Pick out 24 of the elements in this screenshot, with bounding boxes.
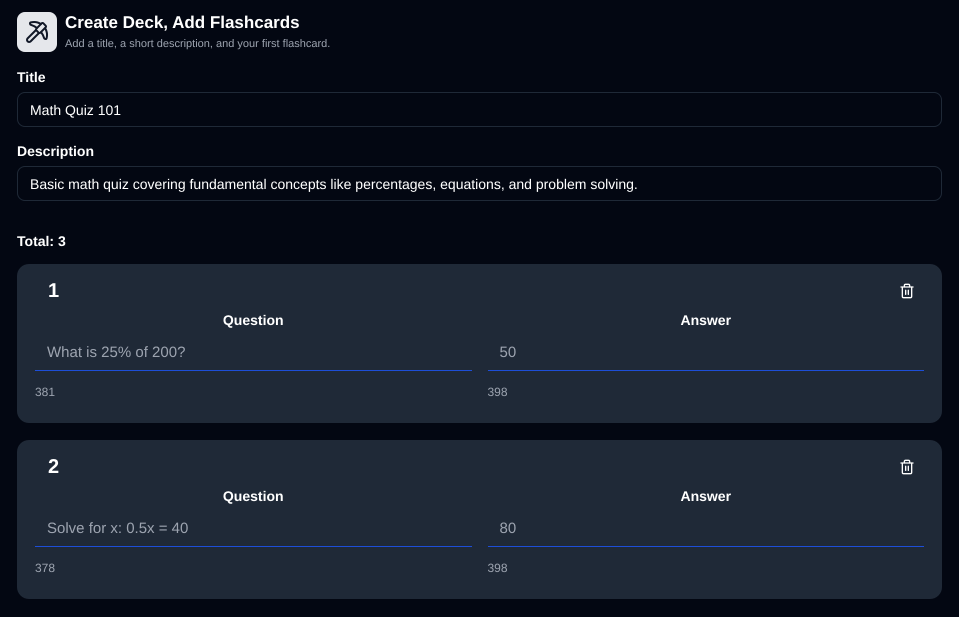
total-count: Total: 3 bbox=[17, 232, 66, 251]
input-field[interactable]: What is 25% of 200? bbox=[35, 334, 472, 371]
input-field[interactable]: Solve for x: 0.5x = 40 bbox=[35, 510, 472, 547]
trash-icon bbox=[899, 283, 915, 299]
character-counter: 398 bbox=[488, 560, 508, 576]
column-label: Question bbox=[222, 311, 284, 330]
input-field[interactable]: 50 bbox=[488, 334, 924, 371]
page-title: Create Deck, Add Flashcards bbox=[65, 12, 300, 34]
trash-icon bbox=[899, 459, 915, 475]
column-label: Answer bbox=[680, 311, 732, 330]
input-field[interactable]: Math Quiz 101 bbox=[17, 92, 942, 127]
pickaxe-icon bbox=[17, 12, 57, 52]
character-counter: 378 bbox=[35, 560, 56, 576]
character-counter: 381 bbox=[35, 384, 56, 400]
card-number: 2 bbox=[48, 455, 60, 480]
field-label: Title bbox=[17, 68, 46, 87]
page-subtitle: Add a title, a short description, and your first flashcard. bbox=[65, 37, 330, 52]
column-label: Question bbox=[222, 487, 284, 506]
input-field[interactable]: Basic math quiz covering fundamental concepts like percentages, equations, and problem solving. bbox=[17, 166, 942, 201]
column-label: Answer bbox=[680, 487, 732, 506]
input-field[interactable]: 80 bbox=[488, 510, 924, 547]
field-label: Description bbox=[17, 142, 94, 161]
card-number: 1 bbox=[48, 279, 60, 304]
character-counter: 398 bbox=[488, 384, 508, 400]
